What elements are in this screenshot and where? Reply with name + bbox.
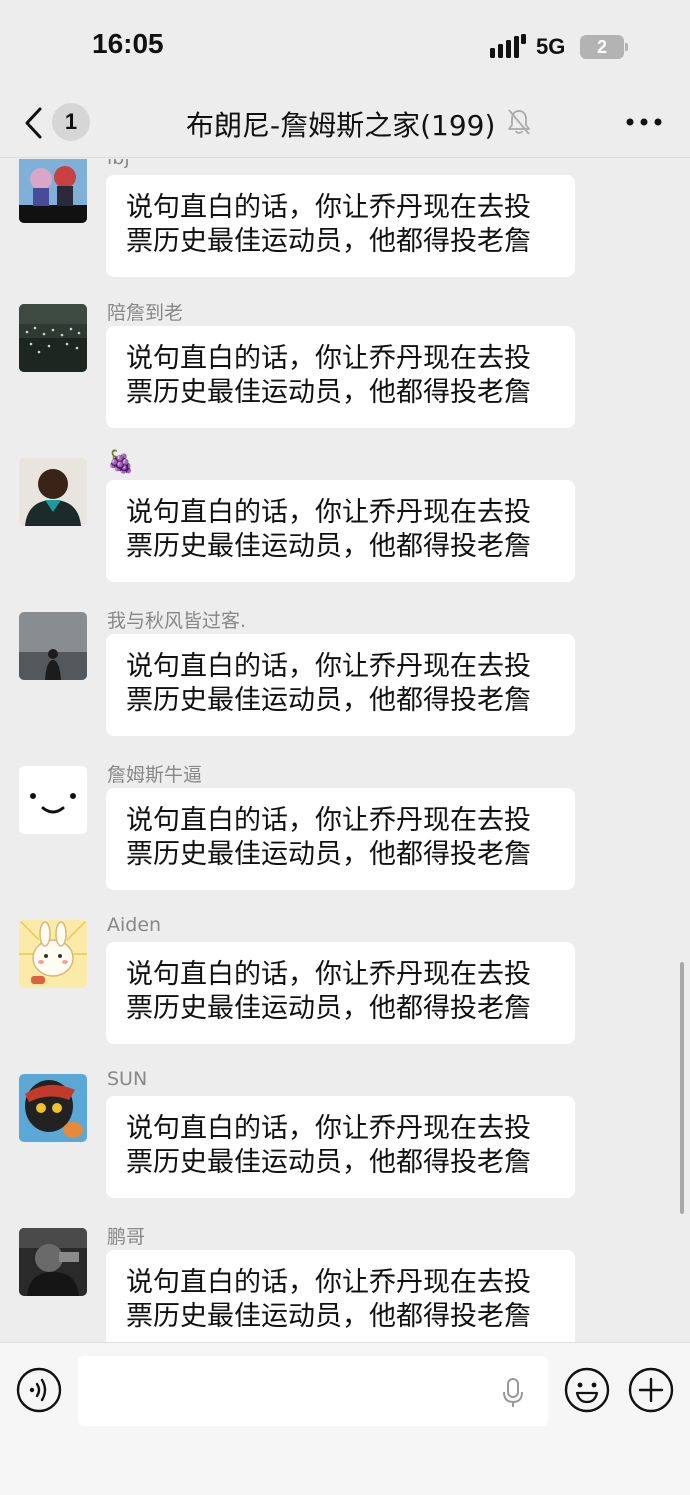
dark-photo-avatar [19, 1228, 87, 1296]
sender-name: 🍇 [107, 450, 135, 475]
network-type: 5G [536, 34, 566, 59]
sender-name: 鹏哥 [107, 1226, 146, 1248]
more-icon[interactable] [624, 116, 664, 128]
message-bubble[interactable]: 说句直白的话，你让乔丹现在去投票历史最佳运动员，他都得投老詹 [106, 942, 575, 1044]
plus-icon[interactable] [628, 1367, 674, 1413]
sender-name: SUN [107, 1068, 148, 1090]
foggy-silhouette-avatar [19, 612, 87, 680]
message-item: 鹏哥 说句直白的话，你让乔丹现在去投票历史最佳运动员，他都得投老詹 [0, 1226, 690, 1342]
avatar[interactable] [19, 159, 87, 223]
cartoon-character-avatar [19, 1074, 87, 1142]
avatar[interactable] [19, 304, 87, 372]
stadium-lights-avatar [19, 304, 87, 372]
back-icon[interactable] [22, 106, 46, 140]
avatar[interactable] [19, 612, 87, 680]
avatar[interactable] [19, 766, 87, 834]
chat-title: 布朗尼-詹姆斯之家(199) [186, 109, 496, 142]
sender-name: 我与秋风皆过客. [107, 610, 247, 632]
cartoon-bunny-avatar [19, 920, 87, 988]
battery-icon: 2 [580, 35, 628, 59]
status-bar: 16:05 5G 2 [0, 0, 690, 88]
cartoon-characters-avatar [19, 159, 87, 223]
voice-icon[interactable] [16, 1367, 62, 1413]
message-bubble[interactable]: 说句直白的话，你让乔丹现在去投票历史最佳运动员，他都得投老詹 [106, 326, 575, 428]
message-bubble[interactable]: 说句直白的话，你让乔丹现在去投票历史最佳运动员，他都得投老詹 [106, 1250, 575, 1342]
sender-name: lbj [107, 159, 130, 169]
message-item: 詹姆斯牛逼 说句直白的话，你让乔丹现在去投票历史最佳运动员，他都得投老詹 [0, 764, 690, 916]
sender-name: 詹姆斯牛逼 [107, 764, 203, 786]
emoji-icon[interactable] [564, 1367, 610, 1413]
message-bubble[interactable]: 说句直白的话，你让乔丹现在去投票历史最佳运动员，他都得投老詹 [106, 175, 575, 277]
child-photo-avatar [19, 458, 87, 526]
message-item: 陪詹到老 说句直白的话，你让乔丹现在去投票历史最佳运动员，他都得投老詹 [0, 302, 690, 454]
message-bubble[interactable]: 说句直白的话，你让乔丹现在去投票历史最佳运动员，他都得投老詹 [106, 1096, 575, 1198]
input-bar [0, 1342, 690, 1495]
sender-name: Aiden [107, 914, 162, 936]
battery-level: 2 [580, 35, 624, 59]
avatar[interactable] [19, 1074, 87, 1142]
message-item: Aiden 说句直白的话，你让乔丹现在去投票历史最佳运动员，他都得投老詹 [0, 914, 690, 1070]
unread-count-badge[interactable]: 1 [52, 103, 90, 141]
message-bubble[interactable]: 说句直白的话，你让乔丹现在去投票历史最佳运动员，他都得投老詹 [106, 480, 575, 582]
message-item: 我与秋风皆过客. 说句直白的话，你让乔丹现在去投票历史最佳运动员，他都得投老詹 [0, 610, 690, 762]
avatar[interactable] [19, 920, 87, 988]
avatar[interactable] [19, 1228, 87, 1296]
message-item: 🍇 说句直白的话，你让乔丹现在去投票历史最佳运动员，他都得投老詹 [0, 450, 690, 608]
message-list[interactable]: lbj 说句直白的话，你让乔丹现在去投票历史最佳运动员，他都得投老詹 陪詹到老 … [0, 159, 690, 1342]
smiley-face-avatar [19, 766, 87, 834]
mute-bell-icon [508, 109, 530, 135]
status-time: 16:05 [92, 28, 164, 59]
message-list-scrollbar[interactable] [680, 962, 684, 1214]
chat-header: 1 布朗尼-詹姆斯之家(199) [0, 88, 690, 158]
message-bubble[interactable]: 说句直白的话，你让乔丹现在去投票历史最佳运动员，他都得投老詹 [106, 634, 575, 736]
message-item: lbj 说句直白的话，你让乔丹现在去投票历史最佳运动员，他都得投老詹 [0, 159, 690, 309]
message-item: SUN 说句直白的话，你让乔丹现在去投票历史最佳运动员，他都得投老詹 [0, 1068, 690, 1224]
sender-name: 陪詹到老 [107, 302, 184, 324]
avatar[interactable] [19, 458, 87, 526]
message-input[interactable] [78, 1356, 548, 1426]
battery-cap [625, 43, 628, 51]
message-bubble[interactable]: 说句直白的话，你让乔丹现在去投票历史最佳运动员，他都得投老詹 [106, 788, 575, 890]
signal-icon [490, 34, 526, 58]
mic-icon[interactable] [501, 1377, 525, 1409]
